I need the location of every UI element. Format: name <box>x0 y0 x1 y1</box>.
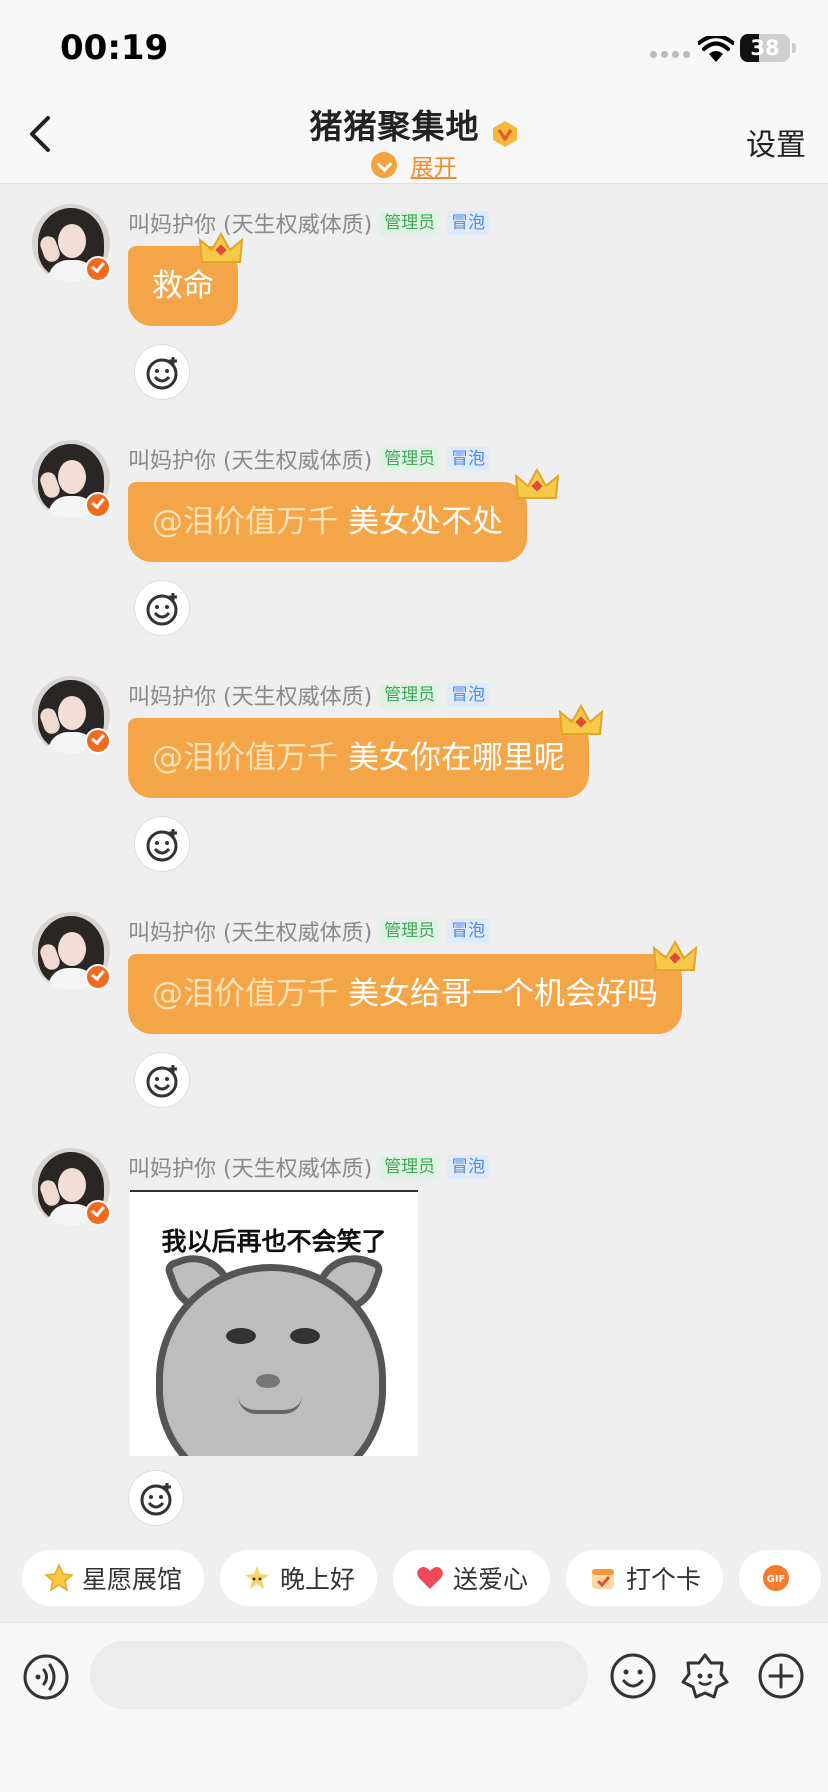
gif-icon: GIF <box>763 1565 790 1591</box>
meta: 叫妈护你 (天生权威体质) 管理员 冒泡 <box>128 443 490 475</box>
settings-button[interactable]: 设置 <box>746 120 806 164</box>
meta: 叫妈护你 (天生权威体质) 管理员 冒泡 <box>128 1151 490 1183</box>
wifi-icon <box>698 36 734 62</box>
verified-icon <box>85 728 111 754</box>
verified-icon <box>85 492 111 518</box>
bubble-tag: 冒泡 <box>447 919 490 943</box>
svg-text:GIF: GIF <box>767 1574 786 1585</box>
chip-label: 星愿展馆 <box>82 1565 183 1594</box>
nose <box>256 1374 280 1388</box>
checkin-icon <box>592 1569 615 1589</box>
chip-check-in[interactable]: 打个卡 <box>566 1550 724 1606</box>
chip-send-love[interactable]: 送爱心 <box>393 1550 551 1606</box>
group-title: 猪猪聚集地 <box>309 107 480 146</box>
eye <box>290 1328 320 1344</box>
message-bubble[interactable]: @泪价值万千 美女你在哪里呢 <box>128 718 589 798</box>
chat-header: 猪猪聚集地 展开 设置 <box>0 90 828 184</box>
smile-plus-icon <box>146 1065 178 1098</box>
eye <box>226 1328 256 1344</box>
smile-plus-icon <box>146 357 178 390</box>
plus-icon[interactable] <box>756 1651 806 1701</box>
bubble-tag: 冒泡 <box>447 211 490 235</box>
smile-plus-icon <box>146 829 178 862</box>
battery-percent: 38 <box>750 36 780 60</box>
verified-badge-icon <box>492 120 517 147</box>
chip-good-evening[interactable]: 晚上好 <box>220 1550 378 1606</box>
admin-tag: 管理员 <box>380 1155 440 1179</box>
chat-message: 叫妈护你 (天生权威体质) 管理员 冒泡 救命 <box>0 204 828 404</box>
meta: 叫妈护你 (天生权威体质) 管理员 冒泡 <box>128 207 490 239</box>
chat-message: 叫妈护你 (天生权威体质) 管理员 冒泡 @泪价值万千 美女给哥一个机会好吗 <box>0 912 828 1112</box>
chip-label: 打个卡 <box>626 1565 702 1594</box>
emoji-icon[interactable] <box>608 1651 658 1701</box>
message-text: 美女你在哪里呢 <box>348 740 565 776</box>
admin-tag: 管理员 <box>380 683 440 707</box>
chip-label: 送爱心 <box>453 1565 529 1594</box>
crown-icon <box>198 232 244 263</box>
sender-name[interactable]: 叫妈护你 (天生权威体质) <box>128 207 372 239</box>
battery-tip <box>792 43 796 53</box>
sticker-caption: 我以后再也不会笑了 <box>161 1227 387 1256</box>
sticker-icon[interactable] <box>680 1651 730 1701</box>
message-input[interactable] <box>90 1641 588 1709</box>
smile-plus-icon <box>146 593 178 626</box>
cellular-signal-icon <box>650 51 690 59</box>
bubble-tag: 冒泡 <box>447 447 490 471</box>
input-bar <box>0 1622 828 1792</box>
expand-toggle[interactable]: 展开 <box>0 148 828 182</box>
sticker-image[interactable]: 我以后再也不会笑了 <box>130 1190 418 1456</box>
add-reaction-button[interactable] <box>134 580 190 636</box>
mention-link[interactable]: @泪价值万千 <box>152 504 338 540</box>
message-text: 美女处不处 <box>348 504 503 540</box>
status-time: 00:19 <box>60 28 169 68</box>
sender-name[interactable]: 叫妈护你 (天生权威体质) <box>128 1151 372 1183</box>
status-bar: 00:19 38 <box>0 0 828 90</box>
add-reaction-button[interactable] <box>134 1052 190 1108</box>
title-wrap: 猪猪聚集地 <box>0 100 828 148</box>
expand-label: 展开 <box>410 155 457 181</box>
message-bubble[interactable]: @泪价值万千 美女给哥一个机会好吗 <box>128 954 682 1034</box>
battery-icon: 38 <box>740 34 790 62</box>
crown-icon <box>652 940 698 971</box>
add-reaction-button[interactable] <box>134 344 190 400</box>
chat-message: 叫妈护你 (天生权威体质) 管理员 冒泡 @泪价值万千 美女你在哪里呢 <box>0 676 828 876</box>
mouth <box>238 1396 302 1414</box>
message-text: 救命 <box>152 268 214 304</box>
sender-name[interactable]: 叫妈护你 (天生权威体质) <box>128 679 372 711</box>
admin-tag: 管理员 <box>380 211 440 235</box>
mention-link[interactable]: @泪价值万千 <box>152 976 338 1012</box>
meta: 叫妈护你 (天生权威体质) 管理员 冒泡 <box>128 915 490 947</box>
verified-icon <box>85 1200 111 1226</box>
star-icon <box>44 1563 74 1592</box>
admin-tag: 管理员 <box>380 919 440 943</box>
mention-link[interactable]: @泪价值万千 <box>152 740 338 776</box>
chip-star-gallery[interactable]: 星愿展馆 <box>22 1550 205 1606</box>
add-reaction-button[interactable] <box>128 1470 184 1526</box>
crown-icon <box>514 468 560 499</box>
sender-name[interactable]: 叫妈护你 (天生权威体质) <box>128 443 372 475</box>
chat-message: 叫妈护你 (天生权威体质) 管理员 冒泡 @泪价值万千 美女处不处 <box>0 440 828 640</box>
crown-icon <box>558 704 604 735</box>
meta: 叫妈护你 (天生权威体质) 管理员 冒泡 <box>128 679 490 711</box>
message-bubble[interactable]: @泪价值万千 美女处不处 <box>128 482 527 562</box>
add-reaction-button[interactable] <box>134 816 190 872</box>
chevron-down-icon <box>371 152 398 178</box>
bubble-tag: 冒泡 <box>447 683 490 707</box>
quick-actions: 星愿展馆 晚上好 送爱心 打个卡 GIF <box>22 1550 828 1606</box>
chip-gif[interactable]: GIF <box>739 1550 822 1606</box>
voice-icon[interactable] <box>22 1653 70 1701</box>
moon-star-icon <box>245 1566 270 1589</box>
chip-label: 晚上好 <box>280 1565 356 1594</box>
heart-icon <box>417 1567 443 1589</box>
smile-plus-icon <box>140 1483 172 1516</box>
chat-message: 叫妈护你 (天生权威体质) 管理员 冒泡 我以后再也不会笑了 <box>0 1148 828 1538</box>
message-text: 美女给哥一个机会好吗 <box>348 976 658 1012</box>
verified-icon <box>85 256 111 282</box>
admin-tag: 管理员 <box>380 447 440 471</box>
sender-name[interactable]: 叫妈护你 (天生权威体质) <box>128 915 372 947</box>
bubble-tag: 冒泡 <box>447 1155 490 1179</box>
verified-icon <box>85 964 111 990</box>
